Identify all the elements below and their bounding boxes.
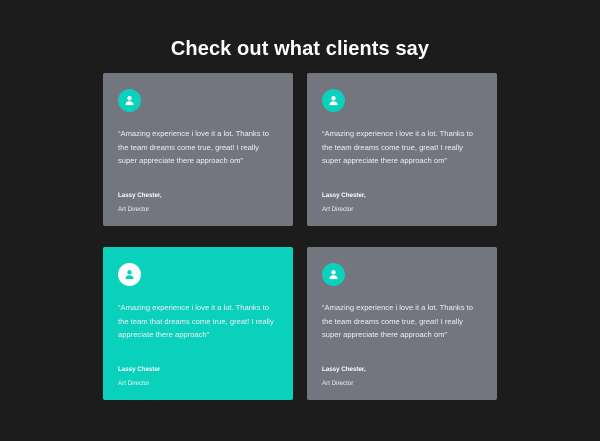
user-icon bbox=[329, 96, 338, 106]
testimonial-card: “Amazing experience i love it a lot. Tha… bbox=[307, 247, 497, 400]
testimonials-grid: “Amazing experience i love it a lot. Tha… bbox=[103, 73, 497, 400]
testimonial-author-role: Art Director bbox=[118, 206, 150, 213]
testimonial-author-name: Lassy Chester, bbox=[322, 366, 366, 373]
testimonial-card: “Amazing experience i love it a lot. Tha… bbox=[307, 73, 497, 226]
user-icon bbox=[329, 270, 338, 280]
user-icon bbox=[125, 270, 134, 280]
section-title: Check out what clients say bbox=[170, 38, 430, 60]
testimonial-quote: “Amazing experience i love it a lot. Tha… bbox=[118, 303, 274, 339]
avatar bbox=[118, 263, 141, 286]
testimonial-card: “Amazing experience i love it a lot. Tha… bbox=[103, 73, 293, 226]
avatar bbox=[118, 89, 141, 112]
avatar bbox=[322, 89, 345, 112]
testimonial-author-role: Art Director bbox=[118, 380, 150, 387]
testimonial-author-name: Lassy Chester bbox=[118, 366, 161, 373]
testimonial-author-name: Lassy Chester, bbox=[118, 192, 162, 199]
testimonial-quote: “Amazing experience i love it a lot. Tha… bbox=[118, 129, 269, 165]
avatar bbox=[322, 263, 345, 286]
testimonial-author-role: Art Director bbox=[322, 206, 354, 213]
testimonial-quote: “Amazing experience i love it a lot. Tha… bbox=[322, 129, 473, 165]
testimonial-quote: “Amazing experience i love it a lot. Tha… bbox=[322, 303, 473, 339]
testimonial-card-featured: “Amazing experience i love it a lot. Tha… bbox=[103, 247, 293, 400]
testimonial-author-name: Lassy Chester, bbox=[322, 192, 366, 199]
user-icon bbox=[125, 96, 134, 106]
testimonial-author-role: Art Director bbox=[322, 380, 354, 387]
